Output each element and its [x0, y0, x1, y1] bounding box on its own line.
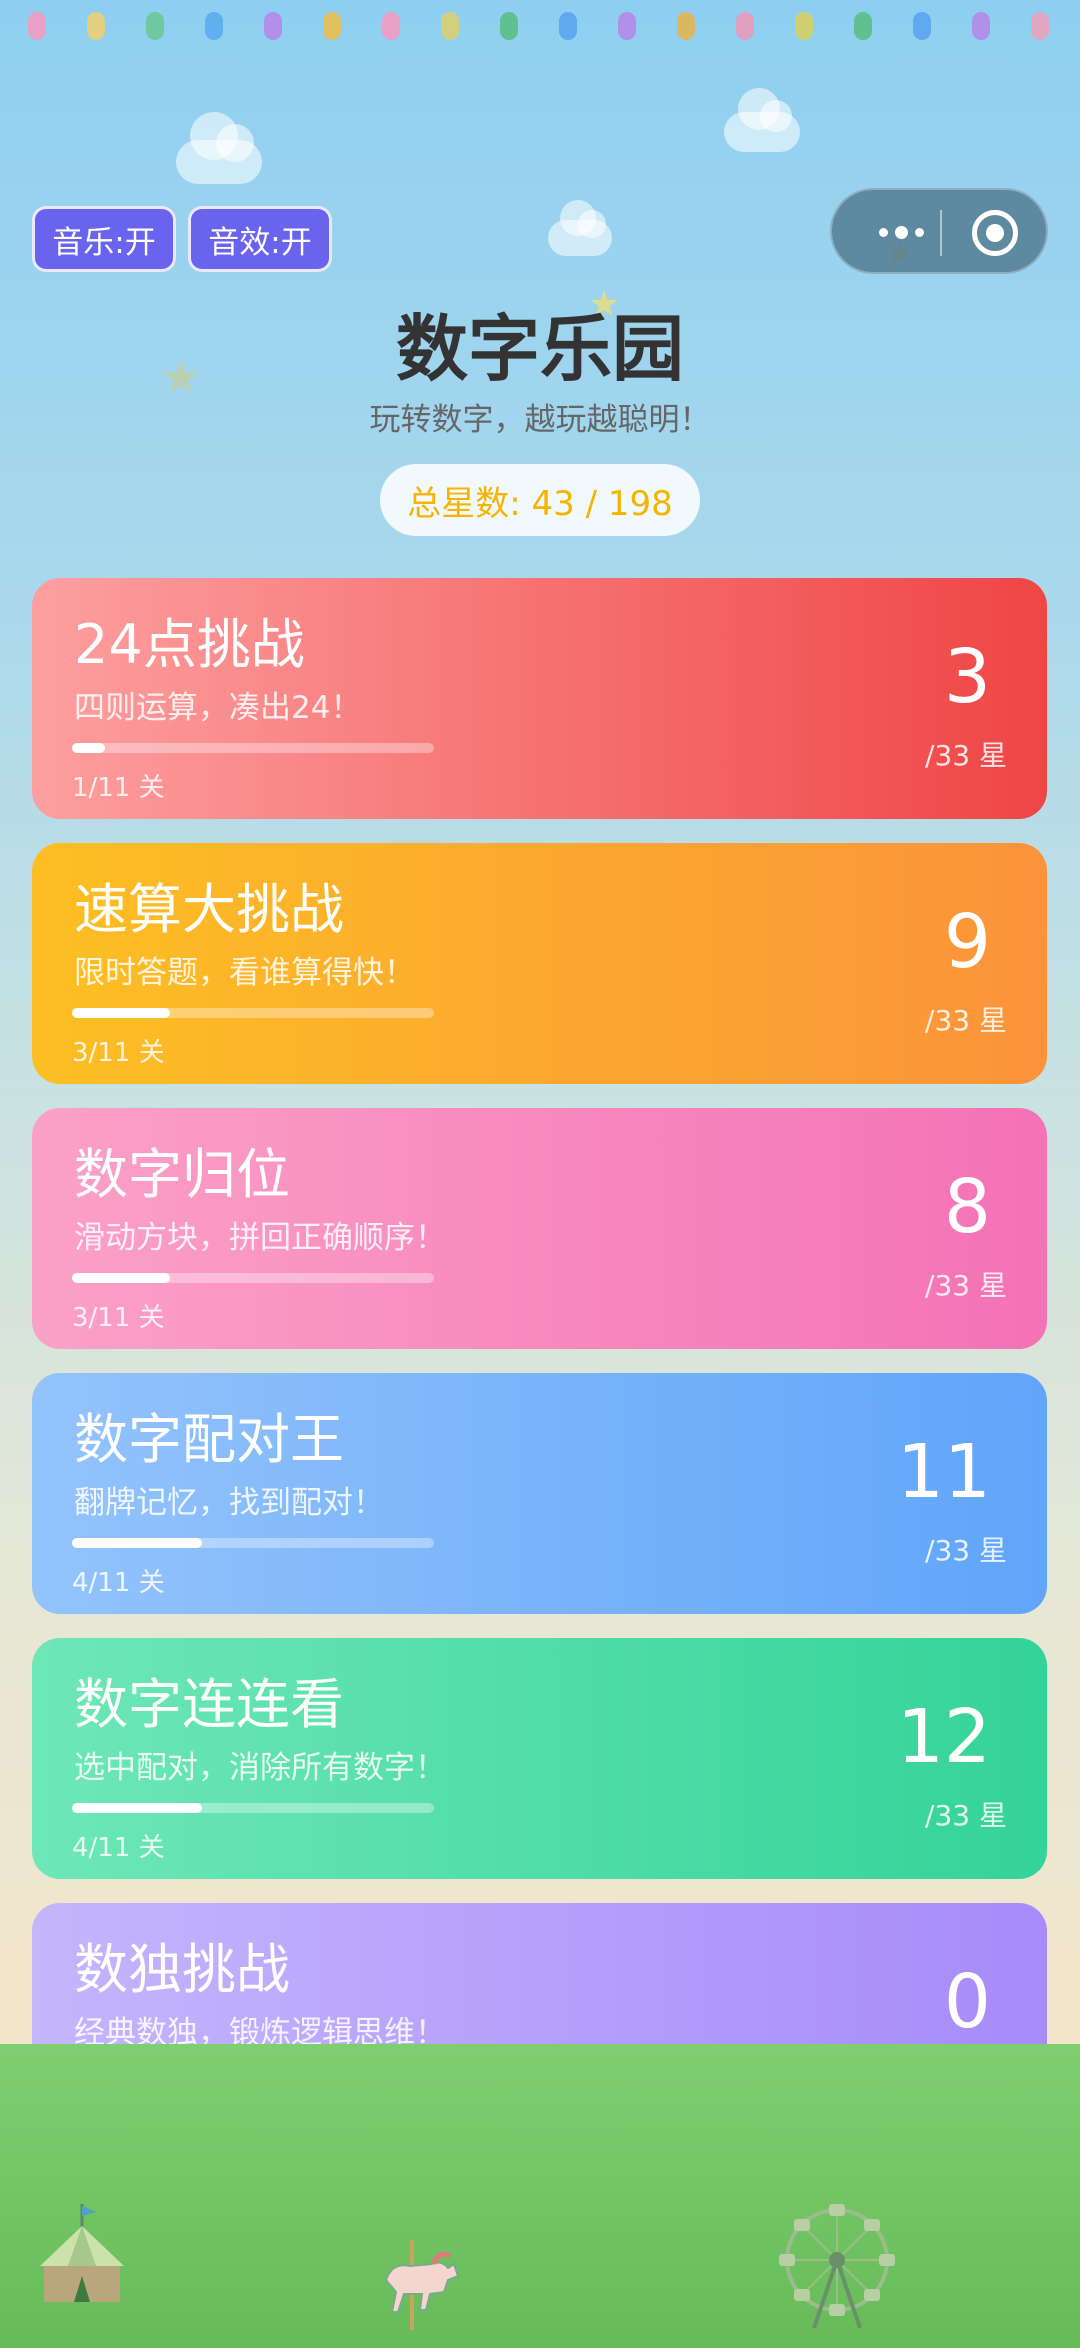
ferris-wheel-icon: [779, 2204, 895, 2329]
light-bulb: [618, 12, 636, 40]
target-close-icon[interactable]: [972, 210, 1018, 256]
grass-ground: [0, 2044, 1080, 2348]
star-count: 9: [943, 899, 991, 985]
game-title: 速算大挑战: [74, 878, 344, 941]
light-bulb: [264, 12, 282, 40]
game-title: 数字连连看: [74, 1673, 344, 1736]
cloud-icon: [548, 200, 612, 256]
progress-text: 4/11 关: [72, 1833, 165, 1863]
page-subtitle: 玩转数字，越玩越聪明！: [369, 402, 711, 438]
game-description: 滑动方块，拼回正确顺序！: [74, 1220, 446, 1256]
progress-text: 4/11 关: [72, 1568, 165, 1598]
star-count: 11: [896, 1429, 991, 1515]
game-card[interactable]: 速算大挑战 限时答题，看谁算得快！ 3/11 关 9 /33 星: [32, 843, 1047, 1084]
game-description: 翻牌记忆，找到配对！: [74, 1485, 384, 1521]
star-max: /33 星: [925, 1534, 1007, 1567]
carousel-horse-icon: [384, 2240, 460, 2330]
capsule-divider: [940, 210, 942, 256]
progress-fill: [72, 1008, 170, 1018]
light-bulb: [500, 12, 518, 40]
game-title: 数独挑战: [74, 1938, 290, 2001]
menu-capsule: [830, 188, 1048, 274]
game-description: 选中配对，消除所有数字！: [74, 1750, 446, 1786]
light-bulb: [441, 12, 459, 40]
progress-fill: [72, 1803, 203, 1813]
page-title: 数字乐园: [395, 307, 684, 391]
star-max: /33 星: [925, 739, 1007, 772]
light-bulb: [559, 12, 577, 40]
progress-fill: [72, 1273, 170, 1283]
light-bulb: [795, 12, 813, 40]
progress-bar: [72, 1008, 434, 1018]
light-bulb: [677, 12, 695, 40]
light-bulb: [28, 12, 46, 40]
star-max: /33 星: [925, 1799, 1007, 1832]
star-count: 8: [943, 1164, 991, 1250]
progress-bar: [72, 1538, 434, 1548]
progress-bar: [72, 743, 434, 753]
game-title: 24点挑战: [74, 613, 305, 676]
cloud-icon: [724, 88, 800, 152]
light-bulb: [854, 12, 872, 40]
star-count: 0: [943, 1959, 991, 2045]
progress-bar: [72, 1273, 434, 1283]
light-bulb: [146, 12, 164, 40]
progress-text: 3/11 关: [72, 1303, 165, 1333]
progress-fill: [72, 1538, 203, 1548]
game-card[interactable]: 数字连连看 选中配对，消除所有数字！ 4/11 关 12 /33 星: [32, 1638, 1047, 1879]
music-toggle-button[interactable]: 音乐:开: [32, 206, 176, 272]
progress-fill: [72, 743, 105, 753]
light-bulb: [205, 12, 223, 40]
circus-tent-icon: [40, 2204, 124, 2302]
light-bulb: [323, 12, 341, 40]
game-description: 限时答题，看谁算得快！: [74, 955, 415, 991]
star-max: /33 星: [925, 1004, 1007, 1037]
light-bulb: [913, 12, 931, 40]
game-card[interactable]: 数字归位 滑动方块，拼回正确顺序！ 3/11 关 8 /33 星: [32, 1108, 1047, 1349]
light-bulb: [1031, 12, 1049, 40]
star-count: 12: [896, 1694, 991, 1780]
star-count: 3: [943, 634, 991, 720]
more-dots-icon[interactable]: [860, 208, 942, 256]
game-title: 数字归位: [74, 1143, 290, 1206]
game-title: 数字配对王: [74, 1408, 344, 1471]
cloud-icon: [176, 112, 262, 184]
game-card[interactable]: 数字配对王 翻牌记忆，找到配对！ 4/11 关 11 /33 星: [32, 1373, 1047, 1614]
sound-effect-toggle-button[interactable]: 音效:开: [188, 206, 332, 272]
star-max: /33 星: [925, 1269, 1007, 1302]
light-bulb: [736, 12, 754, 40]
progress-text: 1/11 关: [72, 773, 165, 803]
light-bulb: [87, 12, 105, 40]
light-bulb: [382, 12, 400, 40]
light-bulb: [972, 12, 990, 40]
game-card[interactable]: 24点挑战 四则运算，凑出24！ 1/11 关 3 /33 星: [32, 578, 1047, 819]
progress-bar: [72, 1803, 434, 1813]
string-lights: [0, 12, 1080, 42]
total-stars-badge: 总星数: 43 / 198: [380, 464, 700, 536]
game-description: 四则运算，凑出24！: [74, 690, 362, 726]
progress-text: 3/11 关: [72, 1038, 165, 1068]
